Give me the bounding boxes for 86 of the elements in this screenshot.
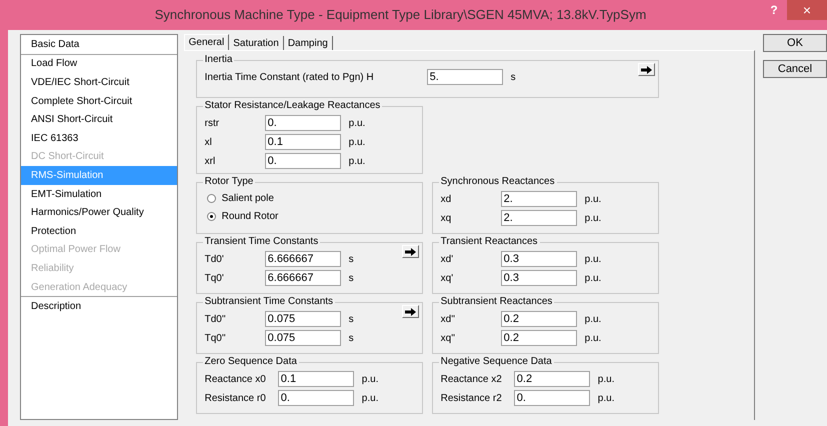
input-field[interactable]: 0.2 xyxy=(500,330,577,346)
radio-label: Round Rotor xyxy=(222,210,278,224)
dialog-button[interactable]: OK xyxy=(763,34,827,52)
unit-label: s xyxy=(510,70,516,84)
sidebar-item[interactable]: Harmonics/Power Quality xyxy=(21,203,177,222)
field-label: Reactance x0 xyxy=(204,372,267,386)
field-label: Tq0' xyxy=(204,272,225,286)
arrow-button[interactable] xyxy=(402,305,419,318)
input-field[interactable]: 5. xyxy=(426,69,503,85)
field-label: Tq0'' xyxy=(204,332,227,346)
sidebar-item[interactable]: IEC 61363 xyxy=(21,128,177,148)
window-title: Synchronous Machine Type - Equipment Type Library\SGEN 45MVA; 13.8kV.TypSym xyxy=(154,6,648,24)
field-label: xq xyxy=(440,212,452,226)
unit-label: p.u. xyxy=(584,192,602,206)
right-arrow-icon xyxy=(640,66,652,74)
tab[interactable]: Damping xyxy=(284,36,333,50)
input-field[interactable]: 0. xyxy=(264,115,341,131)
group-title: Rotor Type xyxy=(202,176,256,188)
sidebar-item[interactable]: Basic Data xyxy=(21,35,177,54)
unit-label: p.u. xyxy=(360,392,378,406)
input-field[interactable]: 0.2 xyxy=(514,371,590,387)
field-label: xl xyxy=(204,136,213,150)
sidebar-item[interactable]: Complete Short-Circuit xyxy=(21,92,177,110)
input-field[interactable]: 0. xyxy=(514,390,590,406)
input-field[interactable]: 2. xyxy=(500,210,577,226)
input-field[interactable]: 6.666667 xyxy=(264,270,341,286)
unit-label: p.u. xyxy=(348,116,366,130)
close-button[interactable]: × xyxy=(787,0,827,20)
unit-label: p.u. xyxy=(584,212,602,226)
input-field[interactable]: 0.075 xyxy=(264,311,341,327)
right-arrow-icon xyxy=(404,308,416,316)
input-field[interactable]: 0.1 xyxy=(278,371,354,387)
input-field[interactable]: 0. xyxy=(278,390,354,406)
unit-label: p.u. xyxy=(584,312,602,326)
sidebar-item[interactable]: VDE/IEC Short-Circuit xyxy=(21,73,177,92)
sidebar-item[interactable]: Load Flow xyxy=(21,54,177,74)
field-label: Td0' xyxy=(204,252,225,266)
unit-label: p.u. xyxy=(584,332,602,346)
field-label: Td0'' xyxy=(204,312,227,326)
field-label: Resistance r2 xyxy=(440,392,503,406)
unit-label: p.u. xyxy=(348,136,366,150)
unit-label: s xyxy=(348,312,354,326)
field-label: Reactance x2 xyxy=(440,372,503,386)
sidebar-item[interactable]: Protection xyxy=(21,222,177,241)
sidebar-item[interactable]: ANSI Short-Circuit xyxy=(21,110,177,129)
field-label: xd'' xyxy=(440,312,456,326)
arrow-button[interactable] xyxy=(638,63,655,76)
radio-button[interactable] xyxy=(206,212,216,221)
dialog-button[interactable]: Cancel xyxy=(763,60,827,78)
sidebar-item[interactable]: EMT-Simulation xyxy=(21,184,177,204)
arrow-button[interactable] xyxy=(402,245,419,258)
field-label: xq' xyxy=(440,272,454,286)
field-label: xd' xyxy=(440,252,454,266)
input-field[interactable]: 0.3 xyxy=(500,251,577,267)
field-label: xrl xyxy=(204,154,216,168)
input-field[interactable]: 6.666667 xyxy=(264,251,341,267)
field-label: xd xyxy=(440,192,452,206)
radio-label: Salient pole xyxy=(222,192,274,206)
group-title: Stator Resistance/Leakage Reactances xyxy=(202,100,382,112)
input-field[interactable]: 0. xyxy=(264,153,341,169)
tab[interactable]: General xyxy=(184,34,230,50)
unit-label: s xyxy=(348,332,354,346)
unit-label: p.u. xyxy=(596,392,614,406)
unit-label: s xyxy=(348,272,354,286)
radio-button[interactable] xyxy=(206,194,216,203)
tab[interactable]: Saturation xyxy=(229,36,284,50)
unit-label: s xyxy=(348,252,354,266)
field-label: Resistance r0 xyxy=(204,392,267,406)
unit-label: p.u. xyxy=(596,372,614,386)
group-title: Synchronous Reactances xyxy=(438,176,557,188)
field-label: Inertia Time Constant (rated to Pgn) H xyxy=(204,70,375,84)
unit-label: p.u. xyxy=(584,252,602,266)
field-label: rstr xyxy=(204,116,220,130)
input-field[interactable]: 0.1 xyxy=(264,134,341,150)
right-arrow-icon xyxy=(404,248,416,256)
input-field[interactable]: 0.3 xyxy=(500,270,577,286)
group-title: Zero Sequence Data xyxy=(202,356,299,368)
field-label: xq'' xyxy=(440,332,456,346)
input-field[interactable]: 0.2 xyxy=(500,311,577,327)
input-field[interactable]: 0.075 xyxy=(264,330,341,346)
input-field[interactable]: 2. xyxy=(500,191,577,207)
unit-label: p.u. xyxy=(348,154,366,168)
unit-label: p.u. xyxy=(584,272,602,286)
sidebar-item[interactable]: Description xyxy=(21,297,177,316)
unit-label: p.u. xyxy=(360,372,378,386)
group-title: Negative Sequence Data xyxy=(438,356,554,368)
